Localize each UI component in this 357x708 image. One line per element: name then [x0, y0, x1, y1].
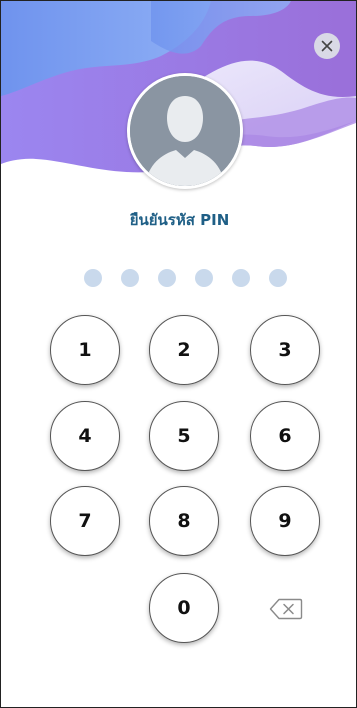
keypad-key-8[interactable]: 8: [149, 486, 219, 556]
pin-entry-screen: ยืนยันรหัส PIN 1 2 3 4 5 6 7 8 9 0: [0, 0, 357, 708]
pin-dot: [195, 269, 213, 287]
keypad-key-3[interactable]: 3: [250, 315, 320, 385]
pin-dot: [158, 269, 176, 287]
pin-dot: [269, 269, 287, 287]
keypad-key-2[interactable]: 2: [149, 315, 219, 385]
keypad-key-0[interactable]: 0: [149, 573, 219, 643]
avatar: [127, 73, 243, 189]
backspace-icon: [269, 598, 303, 620]
pin-dot: [84, 269, 102, 287]
close-icon: [321, 40, 333, 52]
keypad-key-4[interactable]: 4: [50, 401, 120, 471]
keypad-key-5[interactable]: 5: [149, 401, 219, 471]
keypad-key-6[interactable]: 6: [250, 401, 320, 471]
backspace-button[interactable]: [263, 591, 309, 627]
keypad-key-7[interactable]: 7: [50, 486, 120, 556]
user-silhouette-icon: [130, 76, 240, 186]
keypad-key-9[interactable]: 9: [250, 486, 320, 556]
avatar-image: [130, 76, 240, 186]
pin-title: ยืนยันรหัส PIN: [129, 211, 230, 229]
pin-dot: [121, 269, 139, 287]
keypad-key-1[interactable]: 1: [50, 315, 120, 385]
pin-dots: [84, 269, 287, 289]
close-button[interactable]: [314, 33, 340, 59]
pin-dot: [232, 269, 250, 287]
